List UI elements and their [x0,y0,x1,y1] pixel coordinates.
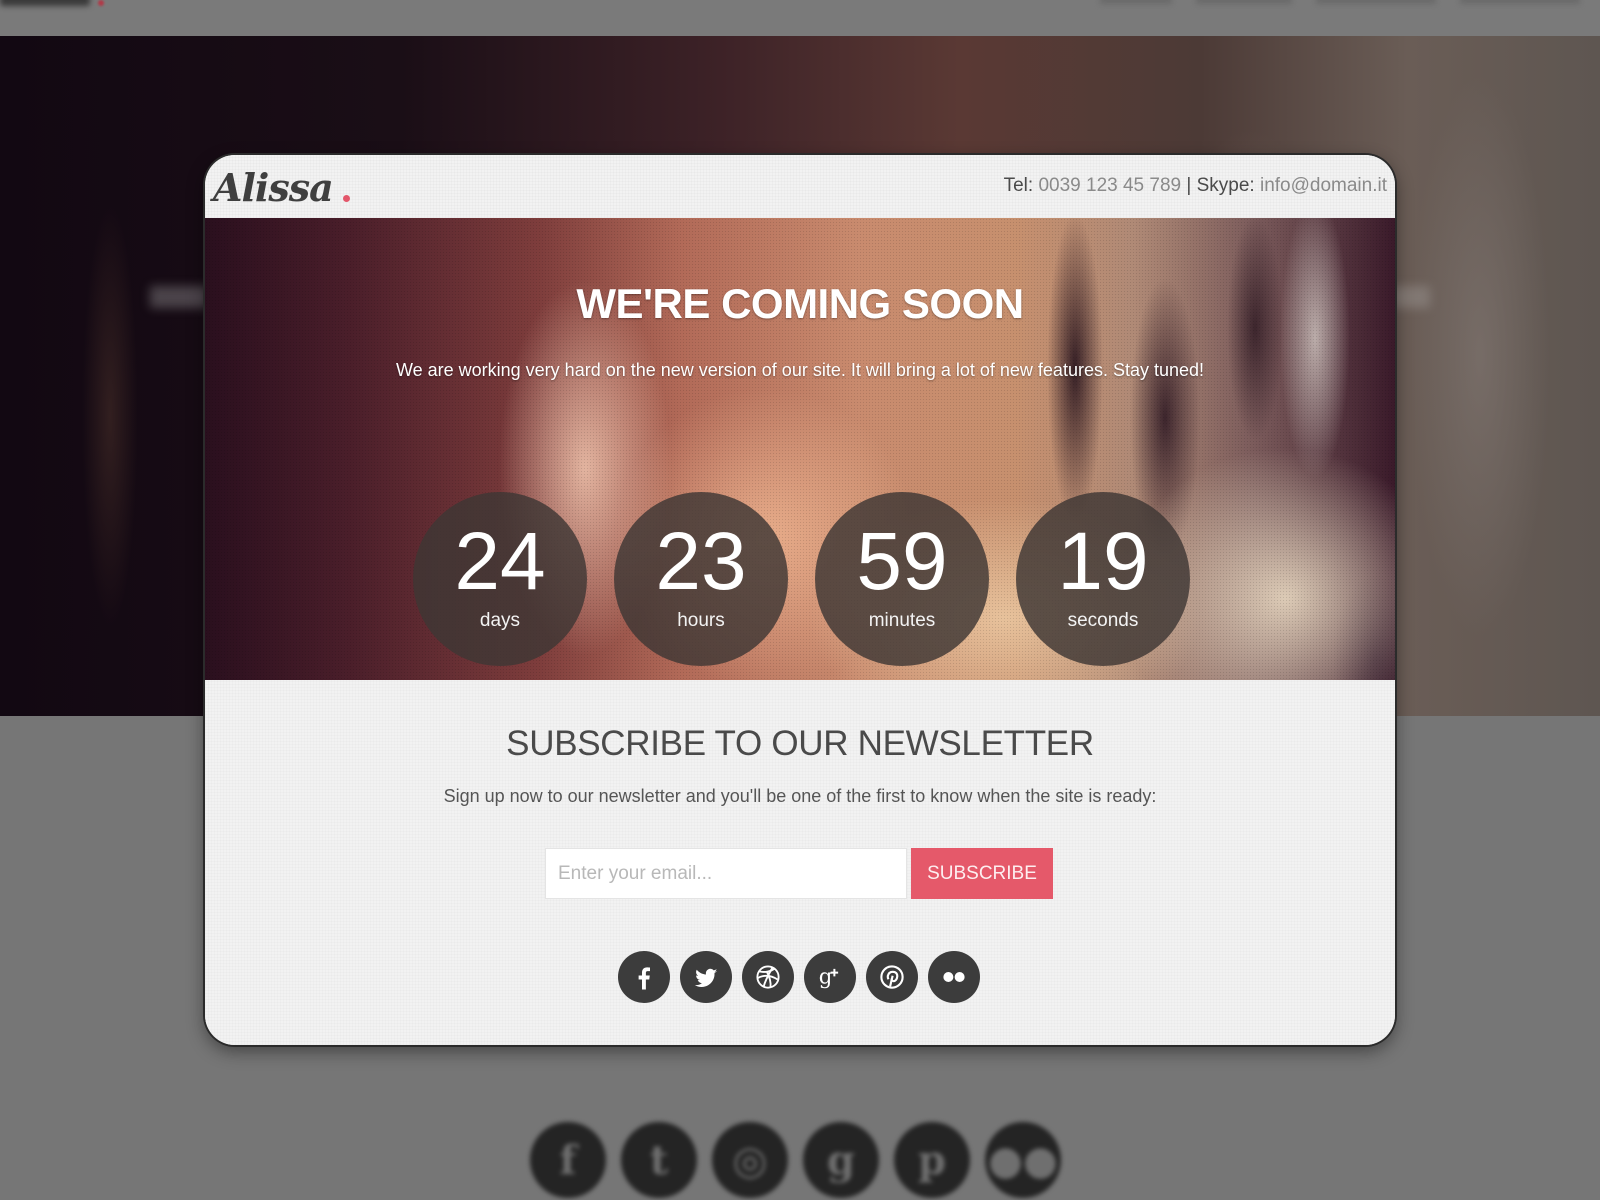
countdown-label: hours [677,610,725,631]
twitter-link[interactable] [680,951,732,1003]
svg-text:g: g [819,964,833,989]
newsletter-form: SUBSCRIBE [545,848,1053,899]
dribbble-icon: ◎ [712,1122,788,1198]
subscribe-button[interactable]: SUBSCRIBE [911,848,1053,899]
countdown-value: 24 [454,516,546,607]
countdown-hours: 23 hours [614,492,788,666]
skype-value: info@domain.it [1259,175,1387,196]
hero-section: WE'RE COMING SOON We are working very ha… [205,218,1395,680]
facebook-icon: f [530,1122,606,1198]
background-nav [1100,0,1580,4]
hero-subtitle: We are working very hard on the new vers… [395,360,1205,380]
countdown-value: 59 [856,516,948,607]
countdown-seconds: 19 seconds [1016,492,1190,666]
contact-separator: | [1186,175,1192,196]
countdown-days: 24 days [413,492,587,666]
background-top-bar [0,0,1600,36]
email-input[interactable] [545,848,907,899]
newsletter-section: SUBSCRIBE TO OUR NEWSLETTER Sign up now … [205,680,1395,1045]
modal-header: Alissa Tel: 0039 123 45 789 | Skype: inf… [205,155,1395,218]
brand-dot [342,195,350,202]
pinterest-icon: p [894,1122,970,1198]
contact-info: Tel: 0039 123 45 789 | Skype: info@domai… [1004,175,1387,197]
facebook-link[interactable] [618,951,670,1003]
countdown-value: 23 [655,516,747,607]
dribbble-link[interactable] [742,951,794,1003]
newsletter-subtitle: Sign up now to our newsletter and you'll… [443,786,1157,806]
coming-soon-modal: Alissa Tel: 0039 123 45 789 | Skype: inf… [205,155,1395,1045]
google-plus-icon: g [803,1122,879,1198]
newsletter-title: SUBSCRIBE TO OUR NEWSLETTER [506,724,1094,763]
skype-label: Skype: [1196,175,1255,196]
background-logo [0,0,90,6]
google-plus-link[interactable]: g [804,951,856,1003]
tel-value: 0039 123 45 789 [1038,175,1182,196]
tel-label: Tel: [1003,175,1034,196]
background-hero-subtitle-left [150,286,210,308]
countdown: 24 days 23 hours 59 minutes 19 seconds [413,492,1190,666]
countdown-label: minutes [868,610,936,631]
countdown-minutes: 59 minutes [815,492,989,666]
pinterest-icon [880,965,904,989]
brand-name: Alissa [213,165,334,210]
hero-title: WE'RE COMING SOON [576,280,1024,327]
google-plus-icon: g [819,964,839,989]
facebook-icon [638,967,650,990]
brand-logo[interactable]: Alissa [213,161,350,211]
countdown-label: days [479,610,521,631]
flickr-icon: ●● [985,1122,1061,1198]
flickr-link[interactable] [928,951,980,1003]
social-links: g [618,951,980,1003]
countdown-value: 19 [1057,516,1149,607]
flickr-icon [943,972,965,982]
countdown-label: seconds [1067,610,1139,631]
twitter-icon [694,968,718,987]
twitter-icon: t [621,1122,697,1198]
background-social-links: f t ◎ g p ●● [530,1122,1061,1198]
pinterest-link[interactable] [866,951,918,1003]
background-logo-dot [98,0,104,6]
dribbble-icon [756,965,780,989]
